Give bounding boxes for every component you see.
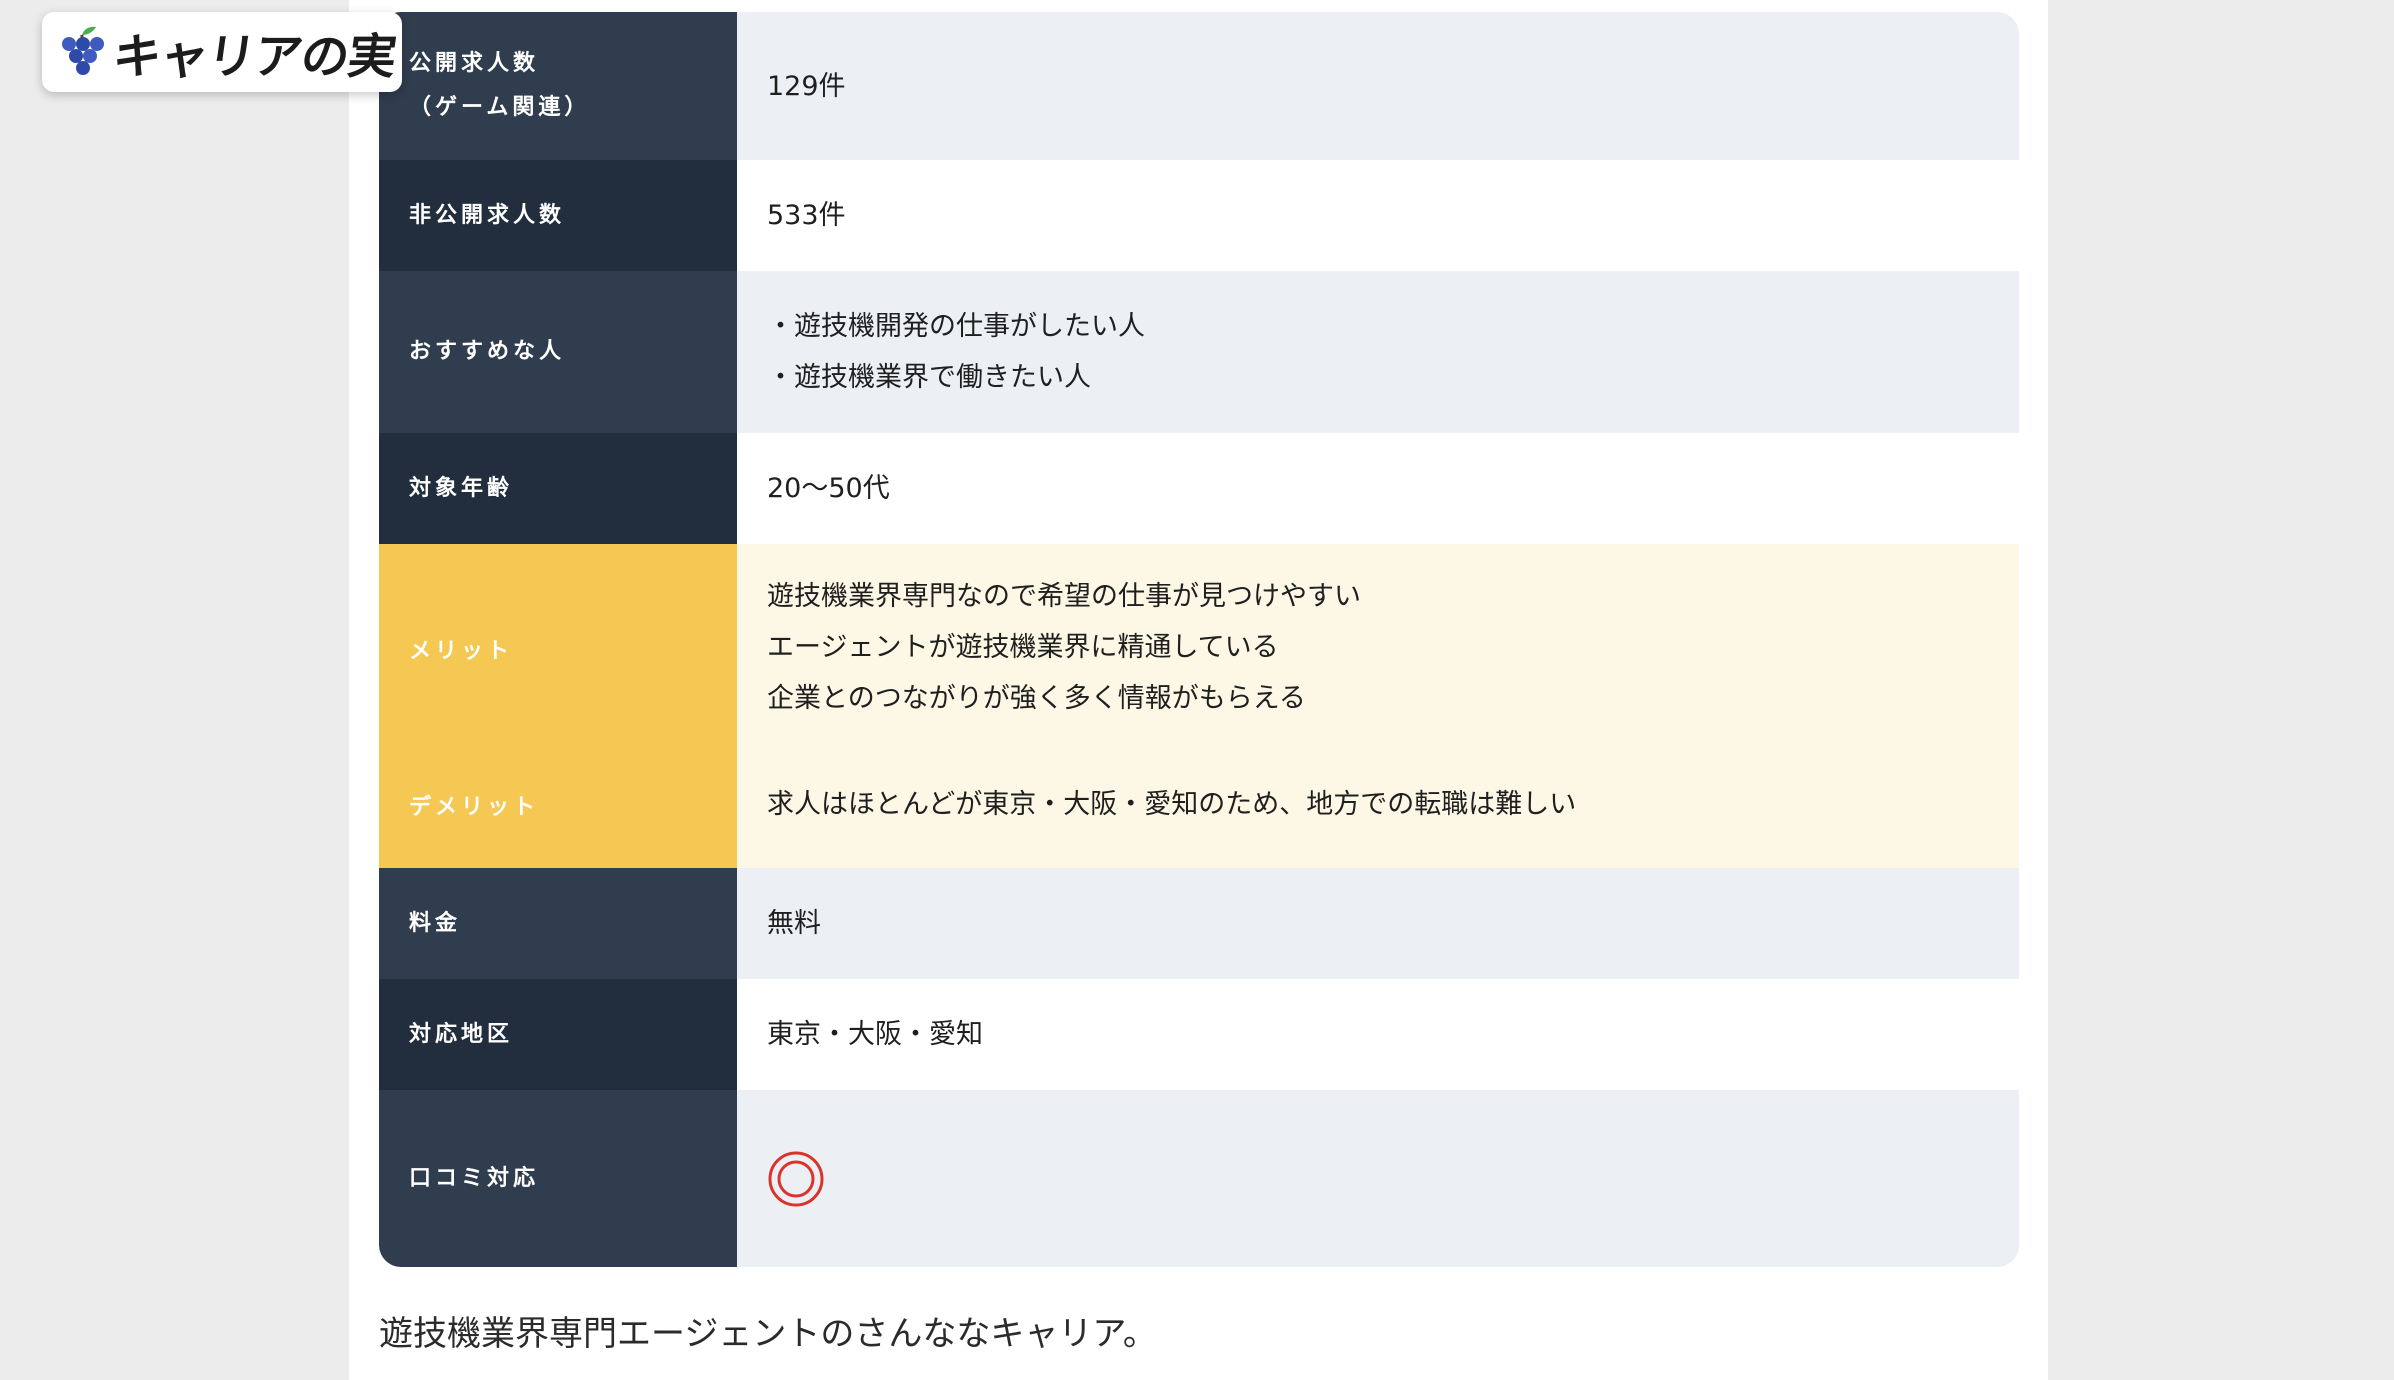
double-circle-icon <box>768 1151 824 1206</box>
row-header: メリット <box>379 544 737 750</box>
value-text: 129件 <box>767 70 846 102</box>
value-text: 東京・大阪・愛知 <box>767 1019 983 1050</box>
agent-spec-table: 公開求人数 （ゲーム関連） 129件 非公開求人数 533件 おすすめな人 ・遊… <box>379 12 2019 1267</box>
row-value: 129件 <box>737 12 2019 160</box>
row-header: 非公開求人数 <box>379 160 737 271</box>
row-value: 遊技機業界専門なので希望の仕事が見つけやすい エージェントが遊技機業界に精通して… <box>737 544 2019 750</box>
row-header: 対象年齢 <box>379 433 737 544</box>
table-row-public-jobs: 公開求人数 （ゲーム関連） 129件 <box>379 12 2019 160</box>
row-header-line: （ゲーム関連） <box>409 95 591 120</box>
list-item: 遊技機業界専門なので希望の仕事が見つけやすい <box>767 581 1361 612</box>
table-row-fee: 料金 無料 <box>379 868 2019 979</box>
row-header-label: 対応地区 <box>409 1021 514 1047</box>
row-value: 20〜50代 <box>737 433 2019 544</box>
value-text: 20〜50代 <box>767 473 890 504</box>
logo-text: キャリアの実 <box>109 29 400 85</box>
row-header-label: おすすめな人 <box>409 339 566 364</box>
table-row-merits: メリット 遊技機業界専門なので希望の仕事が見つけやすい エージェントが遊技機業界… <box>379 544 2019 750</box>
row-header-label: デメリット <box>409 795 540 820</box>
row-header-label: 料金 <box>409 910 462 936</box>
table-row-reviews: 口コミ対応 <box>379 1090 2019 1267</box>
list-item: エージェントが遊技機業界に精通している <box>767 632 1279 663</box>
grape-icon <box>62 26 104 75</box>
row-header-label: メリット <box>409 639 514 664</box>
list-item: ・遊技機開発の仕事がしたい人 <box>767 311 1145 342</box>
row-value: 無料 <box>737 868 2019 979</box>
row-header-label: 口コミ対応 <box>409 1165 540 1191</box>
row-header: 対応地区 <box>379 979 737 1090</box>
value-text: 求人はほとんどが東京・大阪・愛知のため、地方での転職は難しい <box>767 789 1577 820</box>
list-item: 企業とのつながりが強く多く情報がもらえる <box>767 683 1306 714</box>
value-text: 無料 <box>767 908 821 939</box>
list-item: ・遊技機業界で働きたい人 <box>767 362 1091 393</box>
row-header-label: 対象年齢 <box>409 475 514 501</box>
row-header: おすすめな人 <box>379 271 737 433</box>
table-row-private-jobs: 非公開求人数 533件 <box>379 160 2019 271</box>
row-value: ・遊技機開発の仕事がしたい人 ・遊技機業界で働きたい人 <box>737 271 2019 433</box>
value-text: 533件 <box>767 200 846 231</box>
table-row-target-age: 対象年齢 20〜50代 <box>379 433 2019 544</box>
table-row-demerits: デメリット 求人はほとんどが東京・大阪・愛知のため、地方での転職は難しい <box>379 750 2019 868</box>
row-value: 533件 <box>737 160 2019 271</box>
site-logo[interactable]: キャリアの実 <box>42 12 402 92</box>
row-header-label: 非公開求人数 <box>409 202 566 228</box>
row-value: 東京・大阪・愛知 <box>737 979 2019 1090</box>
row-header-line: 公開求人数 <box>409 51 540 76</box>
row-value: 求人はほとんどが東京・大阪・愛知のため、地方での転職は難しい <box>737 750 2019 868</box>
row-value <box>737 1090 2019 1267</box>
row-header: 公開求人数 （ゲーム関連） <box>379 12 737 160</box>
section-caption: 遊技機業界専門エージェントのさんななキャリア。 <box>379 1314 1157 1354</box>
row-header: 料金 <box>379 868 737 979</box>
row-header: 口コミ対応 <box>379 1090 737 1267</box>
table-row-recommended-for: おすすめな人 ・遊技機開発の仕事がしたい人 ・遊技機業界で働きたい人 <box>379 271 2019 433</box>
row-header: デメリット <box>379 750 737 868</box>
table-row-areas: 対応地区 東京・大阪・愛知 <box>379 979 2019 1090</box>
